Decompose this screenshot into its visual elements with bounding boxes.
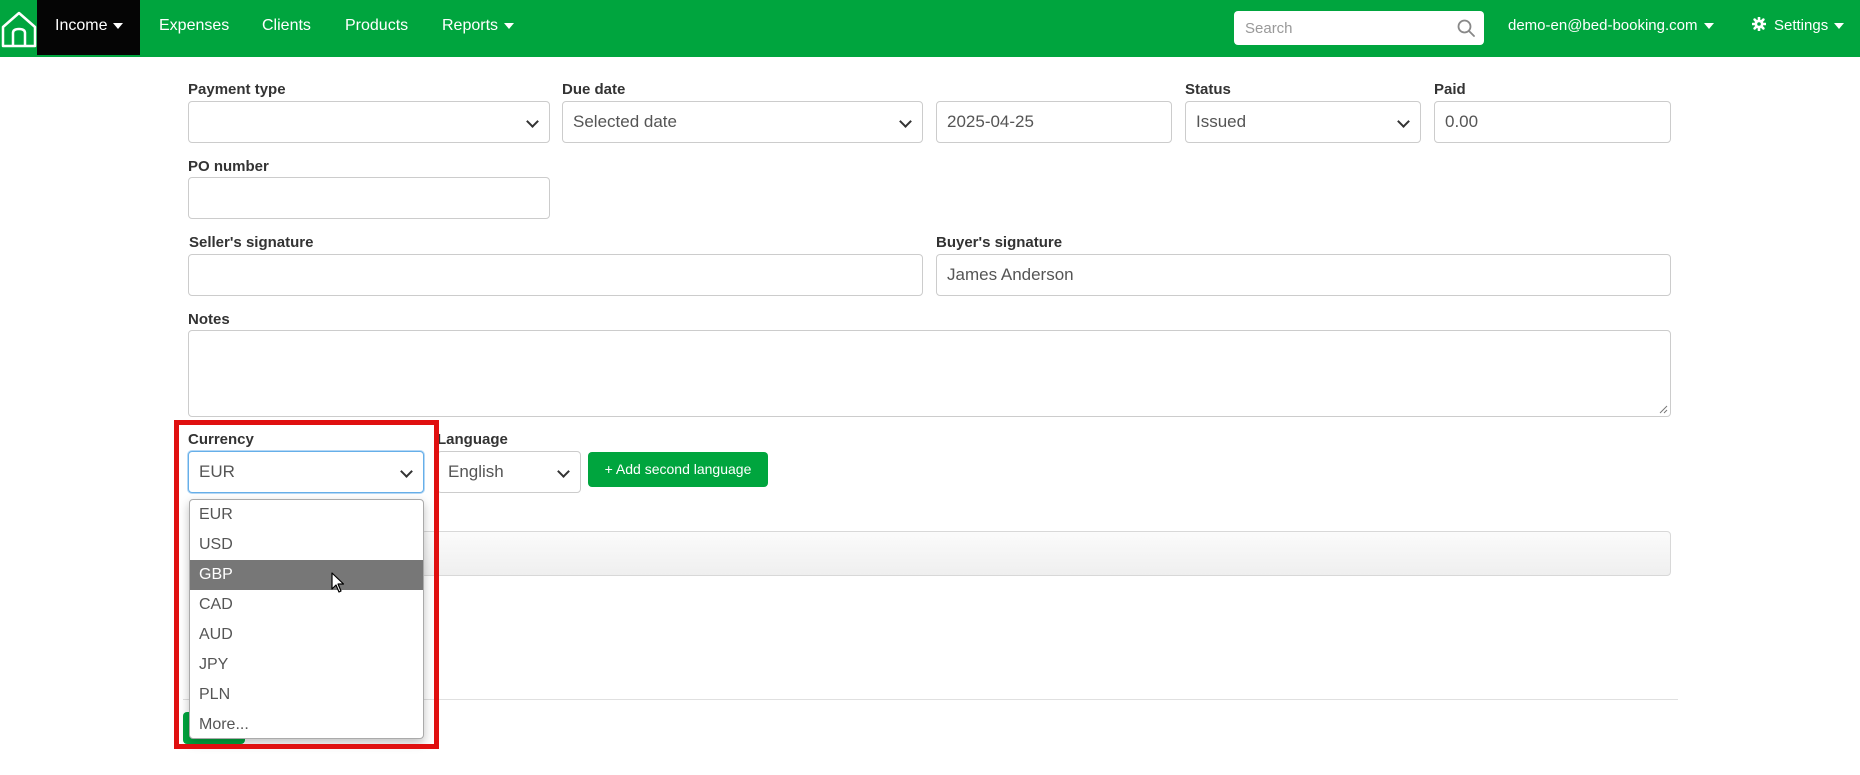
notes-textarea[interactable] xyxy=(188,330,1671,417)
po-number-label: PO number xyxy=(188,158,269,175)
search-icon[interactable] xyxy=(1457,19,1475,37)
currency-option-cad[interactable]: CAD xyxy=(190,590,423,620)
seller-signature-input[interactable] xyxy=(188,254,923,296)
caret-down-icon xyxy=(1834,23,1845,30)
nav-expenses[interactable]: Expenses xyxy=(159,0,229,55)
items-panel-header xyxy=(421,531,1671,576)
nav-reports-label: Reports xyxy=(442,17,499,34)
account-email: demo-en@bed-booking.com xyxy=(1508,17,1698,34)
mouse-cursor-icon xyxy=(331,572,345,593)
status-select[interactable]: Issued xyxy=(1185,101,1421,143)
search-input[interactable] xyxy=(1234,11,1444,45)
settings-label: Settings xyxy=(1774,17,1829,34)
nav-products[interactable]: Products xyxy=(345,0,408,55)
nav-income[interactable]: Income xyxy=(37,0,140,55)
currency-dropdown-list: EUR USD GBP CAD AUD JPY PLN More... xyxy=(189,499,424,739)
nav-expenses-label: Expenses xyxy=(159,17,230,34)
payment-type-label: Payment type xyxy=(188,81,286,98)
caret-down-icon xyxy=(504,22,515,29)
paid-label: Paid xyxy=(1434,81,1466,98)
nav-clients-label: Clients xyxy=(262,17,311,34)
currency-option-jpy[interactable]: JPY xyxy=(190,650,423,680)
nav-income-label: Income xyxy=(55,17,108,34)
currency-option-pln[interactable]: PLN xyxy=(190,680,423,710)
caret-down-icon xyxy=(1703,23,1714,30)
paid-input[interactable]: 0.00 xyxy=(1434,101,1671,143)
payment-type-select[interactable] xyxy=(188,101,550,143)
currency-option-aud[interactable]: AUD xyxy=(190,620,423,650)
language-label: Language xyxy=(437,431,508,448)
buyer-signature-label: Buyer's signature xyxy=(936,234,1063,251)
caret-down-icon xyxy=(113,22,124,29)
language-select[interactable]: English xyxy=(437,451,581,493)
nav-clients[interactable]: Clients xyxy=(262,0,311,55)
add-second-language-button[interactable]: + Add second language xyxy=(588,452,768,487)
settings-menu[interactable]: Settings xyxy=(1751,0,1845,55)
currency-option-usd[interactable]: USD xyxy=(190,530,423,560)
search-box xyxy=(1234,11,1484,45)
currency-option-more[interactable]: More... xyxy=(190,710,423,738)
resize-grip-icon[interactable] xyxy=(1658,404,1668,414)
home-button[interactable] xyxy=(0,0,37,57)
currency-option-eur[interactable]: EUR xyxy=(190,500,423,530)
po-number-input[interactable] xyxy=(188,177,550,219)
buyer-signature-input[interactable]: James Anderson xyxy=(936,254,1671,296)
due-date-label: Due date xyxy=(562,81,626,98)
due-date-select[interactable]: Selected date xyxy=(562,101,923,143)
seller-signature-label: Seller's signature xyxy=(189,234,314,251)
nav-reports[interactable]: Reports xyxy=(442,0,515,55)
notes-label: Notes xyxy=(188,311,230,328)
nav-products-label: Products xyxy=(345,17,409,34)
due-date-input[interactable]: 2025-04-25 xyxy=(936,101,1172,143)
status-label: Status xyxy=(1185,81,1231,98)
gear-icon xyxy=(1751,16,1767,32)
currency-option-gbp[interactable]: GBP xyxy=(190,560,423,590)
top-navbar: Income Expenses Clients Products Reports… xyxy=(0,0,1860,57)
currency-select[interactable]: EUR xyxy=(188,451,424,493)
account-menu[interactable]: demo-en@bed-booking.com xyxy=(1508,0,1714,55)
home-icon xyxy=(1,11,36,47)
currency-label: Currency xyxy=(188,431,254,448)
